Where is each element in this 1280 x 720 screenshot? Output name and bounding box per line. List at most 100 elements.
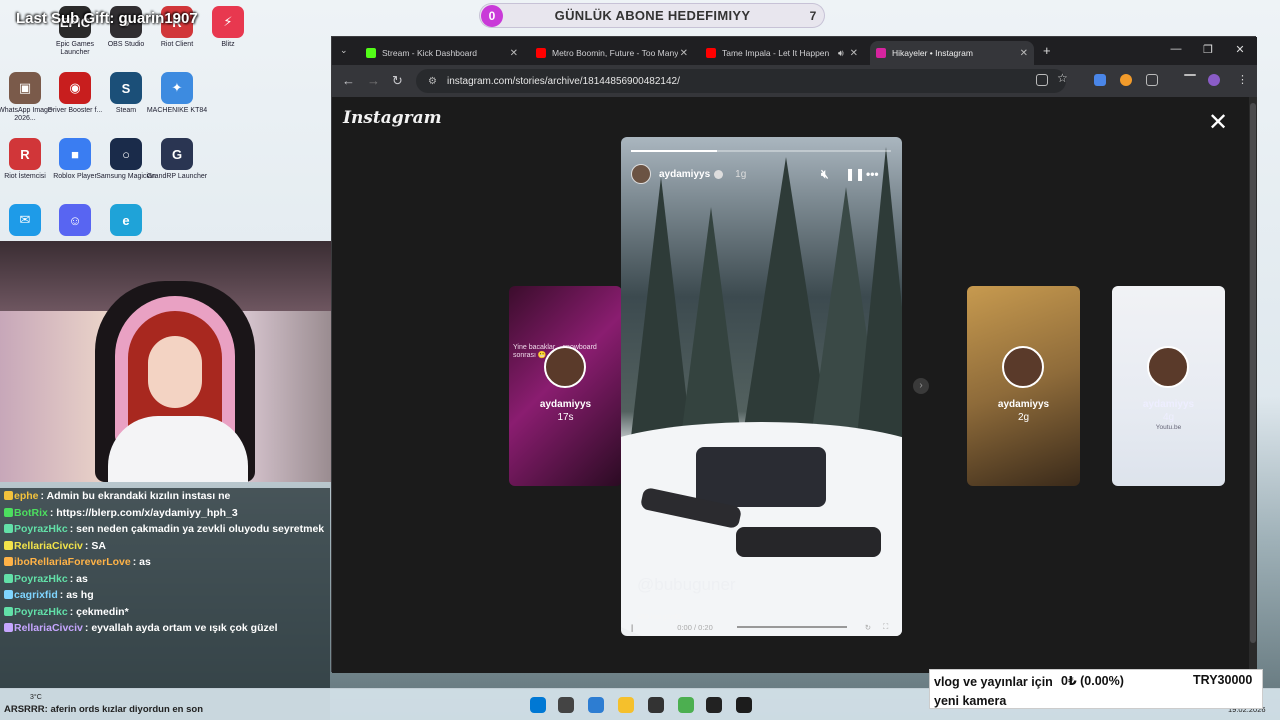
taskbar-app-icon[interactable] [648, 697, 664, 713]
close-icon[interactable]: ✕ [510, 48, 518, 59]
install-app-icon[interactable] [1036, 74, 1048, 86]
extension-icon[interactable] [1120, 74, 1132, 86]
desktop-icon[interactable]: ⚡ Blitz [196, 6, 260, 49]
avatar[interactable] [631, 164, 651, 184]
badge-icon [4, 557, 13, 566]
new-tab-button[interactable]: + [1043, 43, 1051, 58]
main-story[interactable]: aydamiyys 1g 🔇︎ ❚❚ ••• @bubuguner 669 ki… [621, 137, 902, 636]
badge-icon [4, 507, 13, 517]
donation-goal-overlay: vlog ve yayınlar için yeni kamera 0₺ (0.… [929, 669, 1263, 709]
taskbar-app-icon[interactable] [530, 697, 546, 713]
app-icon: ◉ [59, 72, 91, 104]
taskbar-app-icon[interactable] [558, 697, 574, 713]
minimize-button[interactable]: — [1169, 43, 1183, 55]
goal-current: 0 [481, 4, 503, 27]
more-options-icon[interactable]: ••• [866, 167, 879, 181]
chat-username[interactable]: BotRix [14, 507, 48, 519]
taskbar-app-icon[interactable] [678, 697, 694, 713]
instagram-icon [876, 48, 886, 58]
story-mention[interactable]: @bubuguner [637, 575, 736, 595]
app-icon: R [9, 138, 41, 170]
badge-icon [4, 524, 13, 533]
story-age: 17s [557, 412, 574, 423]
tab-instagram[interactable]: Hikayeler • Instagram ✕ [870, 41, 1034, 65]
kick-icon [366, 48, 376, 58]
replay-icon[interactable]: ↻ [865, 623, 871, 632]
badge-icon [4, 491, 13, 500]
pause-icon[interactable]: ❚❚ [845, 167, 865, 181]
close-icon[interactable]: ✕ [850, 48, 858, 59]
extensions-puzzle-icon[interactable] [1146, 74, 1158, 86]
player-time: 0:00 / 0:20 [677, 622, 713, 632]
close-window-button[interactable]: ✕ [1233, 43, 1247, 56]
tab-search-icon[interactable]: ⌄ [340, 45, 348, 56]
fullscreen-icon[interactable]: ⛶ [883, 622, 888, 632]
mute-icon[interactable]: 🔇︎ [821, 167, 829, 182]
app-icon: ✦ [161, 72, 193, 104]
media-control-icon[interactable] [1184, 74, 1196, 76]
weather-widget[interactable]: 3°C [30, 694, 42, 701]
desktop-icon-label: GrandRP Launcher [146, 173, 208, 180]
desktop-icon[interactable]: G GrandRP Launcher [145, 138, 209, 181]
close-stories-button[interactable]: ✕ [1208, 111, 1228, 135]
taskbar-app-icon[interactable] [618, 697, 634, 713]
seek-bar[interactable] [736, 626, 847, 628]
chat-username[interactable]: RellariaCivciv [14, 540, 83, 552]
tab-tame-impala[interactable]: Tame Impala - Let It Happen ( 🔊︎ ✕ [700, 41, 864, 65]
next-story-arrow[interactable]: › [913, 378, 929, 394]
link-sticker: Youtu.be [1155, 424, 1182, 431]
desktop-icon[interactable]: ✦ MACHENIKE KT84 [145, 72, 209, 115]
app-icon: ▣ [9, 72, 41, 104]
chat-username[interactable]: PoyrazHkc [14, 523, 68, 535]
tab-metro-boomin[interactable]: Metro Boomin, Future - Too Many ✕ [530, 41, 694, 65]
close-icon[interactable]: ✕ [1020, 48, 1028, 59]
donation-label: vlog ve yayınlar için yeni kamera [934, 675, 1053, 708]
speaker-icon[interactable]: 🔊︎ [838, 48, 844, 59]
chat-username[interactable]: iboRellariaForeverLove [14, 556, 131, 568]
story-username: aydamiyys [997, 399, 1050, 410]
side-story-previous[interactable]: Yine bacaklar... snowboard sonrası 😬 ayd… [509, 286, 622, 486]
address-bar[interactable]: ⚙ instagram.com/stories/archive/18144856… [416, 69, 1066, 93]
youtube-icon [706, 48, 716, 58]
side-story-next[interactable]: aydamiyys 2g [967, 286, 1080, 486]
bookmark-star-icon[interactable]: ☆ [1057, 71, 1068, 85]
chat-username[interactable]: PoyrazHkc [14, 606, 68, 618]
reload-icon[interactable]: ↻ [392, 73, 403, 89]
desktop-icon[interactable]: e [94, 204, 158, 239]
app-icon: ■ [59, 138, 91, 170]
forward-icon[interactable]: → [367, 73, 380, 88]
chat-message: RellariaCivciv: eyvallah ayda ortam ve ı… [4, 622, 326, 635]
taskbar-app-icon[interactable] [706, 697, 722, 713]
chat-username[interactable]: cagrixfid [14, 589, 58, 601]
app-icon: S [110, 72, 142, 104]
taskbar-app-icon[interactable] [588, 697, 604, 713]
story-username: aydamiyys [1142, 399, 1195, 410]
menu-kebab-icon[interactable]: ⋮ [1237, 73, 1248, 86]
scrollbar[interactable] [1249, 97, 1257, 673]
badge-icon [4, 590, 13, 599]
site-info-icon[interactable]: ⚙ [428, 76, 437, 87]
avatar [1002, 346, 1044, 388]
maximize-button[interactable]: ❐ [1201, 43, 1215, 56]
app-icon: ○ [110, 138, 142, 170]
chat-username[interactable]: PoyrazHkc [14, 573, 68, 585]
play-icon[interactable]: ❙ [629, 623, 635, 632]
side-story-later[interactable]: aydamiyys 4g Youtu.be [1112, 286, 1225, 486]
tab-strip: ⌄ Stream - Kick Dashboard ✕ Metro Boomin… [332, 37, 1257, 65]
tab-kick-dashboard[interactable]: Stream - Kick Dashboard ✕ [360, 41, 524, 65]
badge-icon [4, 606, 13, 616]
translate-extension-icon[interactable] [1094, 74, 1106, 86]
story-username[interactable]: aydamiyys [659, 169, 710, 180]
profile-avatar[interactable] [1208, 74, 1220, 86]
story-progress-bar [631, 150, 891, 152]
taskbar-app-icon[interactable] [736, 697, 752, 713]
chat-username[interactable]: RellariaCivciv [14, 622, 83, 634]
app-icon: ☺ [59, 204, 91, 236]
verified-badge-icon [714, 169, 724, 179]
instagram-logo[interactable]: Instagram [343, 108, 442, 128]
seen-count[interactable]: 669 kişi gördü [637, 614, 681, 621]
chat-username[interactable]: ephe [14, 490, 39, 502]
chat-ticker: ARSRRR: aferin ords kızlar diyordun en s… [4, 704, 203, 715]
close-icon[interactable]: ✕ [680, 48, 688, 59]
back-icon[interactable]: ← [342, 73, 355, 88]
